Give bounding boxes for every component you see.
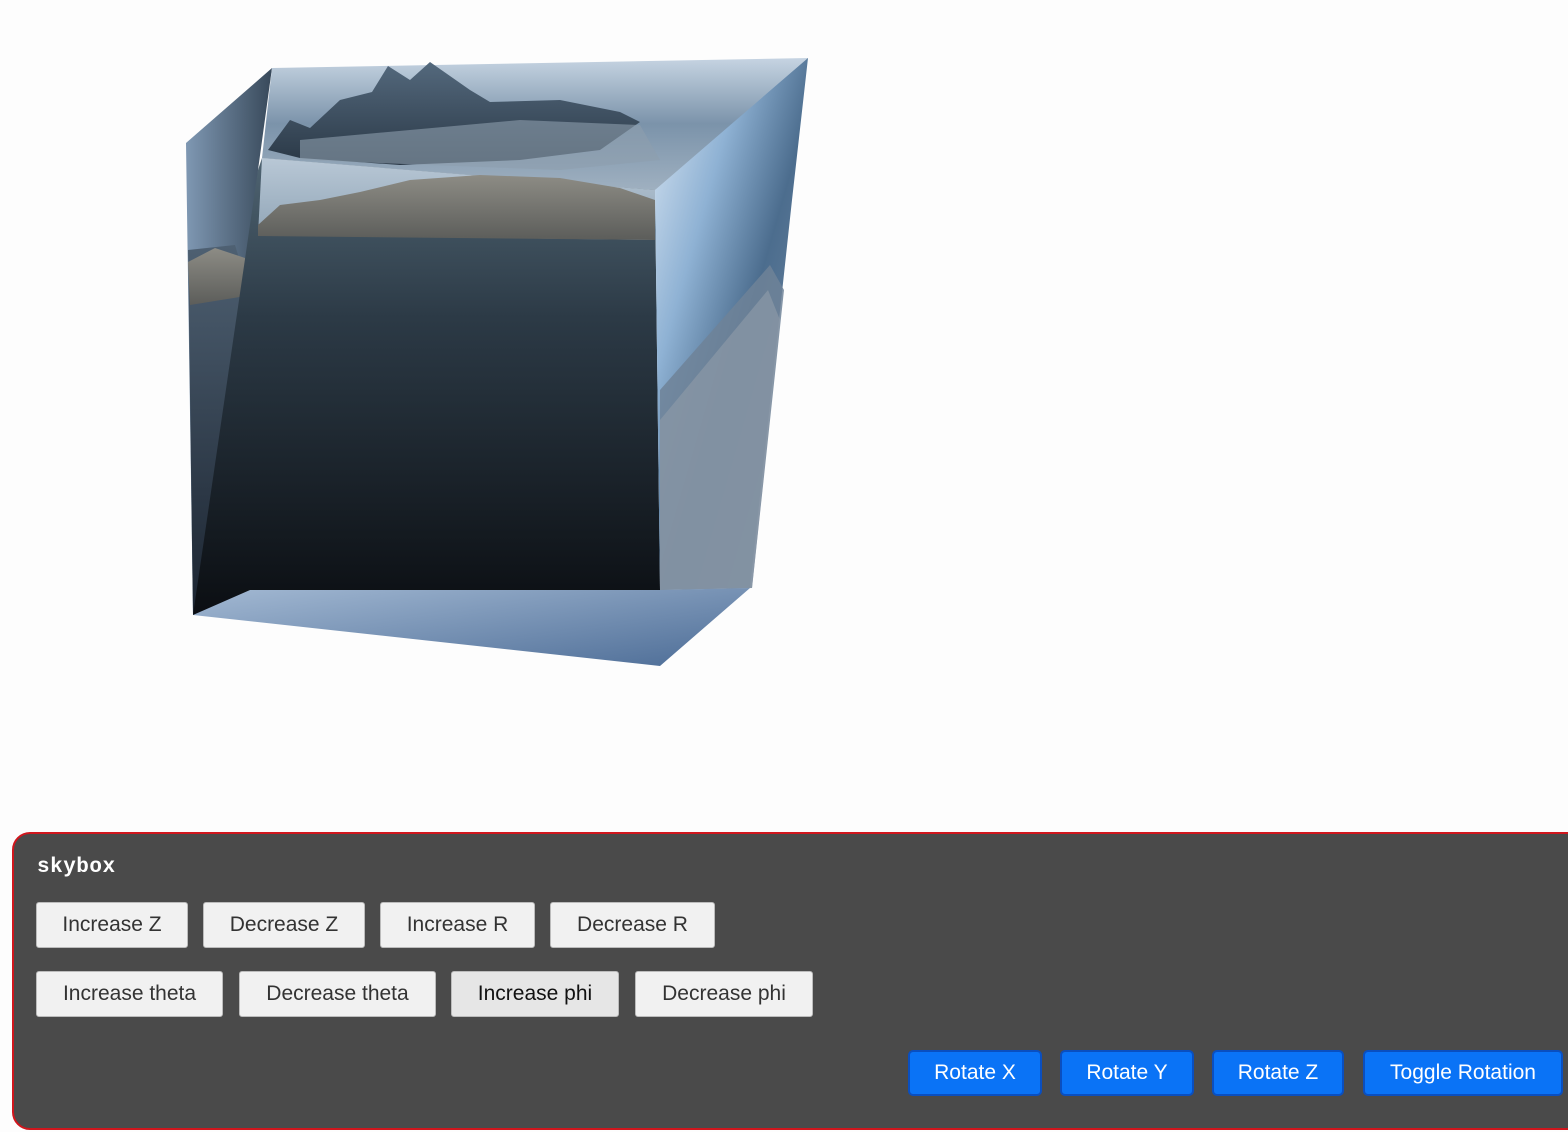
increase-z-button[interactable]: Increase Z	[36, 902, 188, 948]
panel-title: skybox	[37, 856, 116, 879]
rotate-y-button[interactable]: Rotate Y	[1060, 1050, 1194, 1096]
increase-r-button[interactable]: Increase R	[380, 902, 535, 948]
cube-bottom-face	[193, 588, 750, 666]
increase-phi-button[interactable]: Increase phi	[451, 971, 619, 1017]
decrease-z-button[interactable]: Decrease Z	[203, 902, 365, 948]
decrease-phi-button[interactable]: Decrease phi	[635, 971, 813, 1017]
decrease-r-button[interactable]: Decrease R	[550, 902, 715, 948]
toggle-rotation-button[interactable]: Toggle Rotation	[1363, 1050, 1563, 1096]
increase-theta-button[interactable]: Increase theta	[36, 971, 223, 1017]
skybox-cube	[186, 58, 808, 666]
control-panel: skybox Increase Z Decrease Z Increase R …	[12, 832, 1568, 1130]
decrease-theta-button[interactable]: Decrease theta	[239, 971, 436, 1017]
rotate-x-button[interactable]: Rotate X	[908, 1050, 1042, 1096]
webgl-canvas[interactable]	[0, 0, 1568, 800]
rotate-z-button[interactable]: Rotate Z	[1212, 1050, 1344, 1096]
